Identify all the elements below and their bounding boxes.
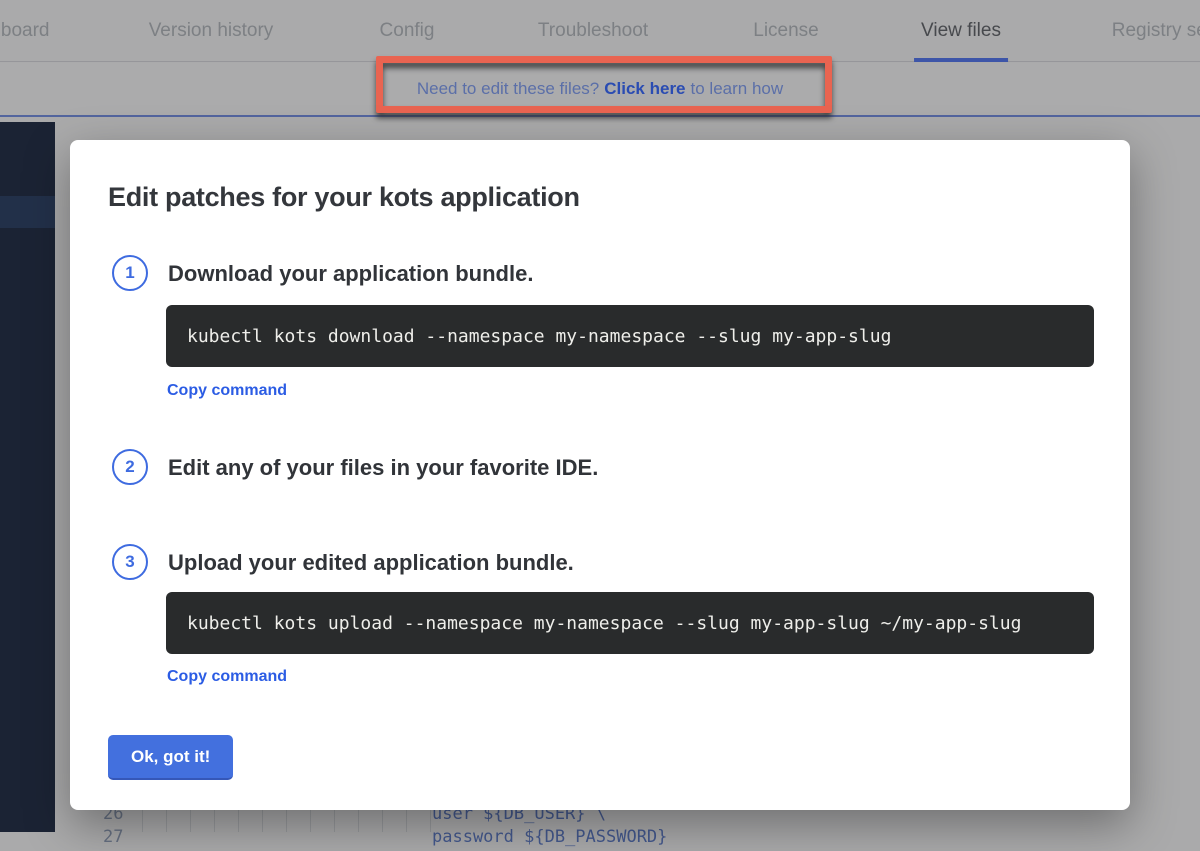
banner-text-prefix: Need to edit these files? bbox=[417, 79, 599, 99]
banner-text-suffix: to learn how bbox=[691, 79, 784, 99]
app-nav-bar: Dashboard Version history Config Trouble… bbox=[0, 0, 1200, 62]
banner-click-here-link[interactable]: Click here bbox=[604, 79, 685, 99]
modal-title: Edit patches for your kots application bbox=[108, 182, 580, 213]
download-command-code-block: kubectl kots download --namespace my-nam… bbox=[166, 305, 1094, 367]
edit-files-banner: Need to edit these files? Click here to … bbox=[0, 63, 1200, 115]
step-3-number-badge: 3 bbox=[112, 544, 148, 580]
tab-troubleshoot[interactable]: Troubleshoot bbox=[538, 0, 648, 62]
editor-line: 27 password ${DB_PASSWORD} bbox=[0, 827, 1200, 851]
step-3-heading: Upload your edited application bundle. bbox=[168, 550, 574, 576]
step-2-heading: Edit any of your files in your favorite … bbox=[168, 455, 598, 481]
copy-upload-command-link[interactable]: Copy command bbox=[167, 668, 287, 686]
tab-view-files[interactable]: View files bbox=[921, 0, 1001, 62]
tab-license[interactable]: License bbox=[753, 0, 819, 62]
editor-line-text: password ${DB_PASSWORD} bbox=[432, 827, 667, 847]
step-1-number-badge: 1 bbox=[112, 255, 148, 291]
editor-line-number: 27 bbox=[103, 827, 123, 847]
tab-registry-settings[interactable]: Registry settings bbox=[1112, 0, 1200, 62]
copy-download-command-link[interactable]: Copy command bbox=[167, 382, 287, 400]
step-2-number-badge: 2 bbox=[112, 449, 148, 485]
upload-command-code-block: kubectl kots upload --namespace my-names… bbox=[166, 592, 1094, 654]
step-1-heading: Download your application bundle. bbox=[168, 261, 533, 287]
ok-got-it-button[interactable]: Ok, got it! bbox=[108, 735, 233, 780]
edit-patches-modal: Edit patches for your kots application 1… bbox=[70, 140, 1130, 810]
file-tree-selected-item[interactable] bbox=[0, 196, 55, 228]
tab-dashboard[interactable]: Dashboard bbox=[0, 0, 49, 62]
tab-config[interactable]: Config bbox=[380, 0, 435, 62]
banner-divider bbox=[0, 115, 1200, 117]
file-tree-sidebar bbox=[0, 122, 55, 832]
tab-version-history[interactable]: Version history bbox=[149, 0, 274, 62]
